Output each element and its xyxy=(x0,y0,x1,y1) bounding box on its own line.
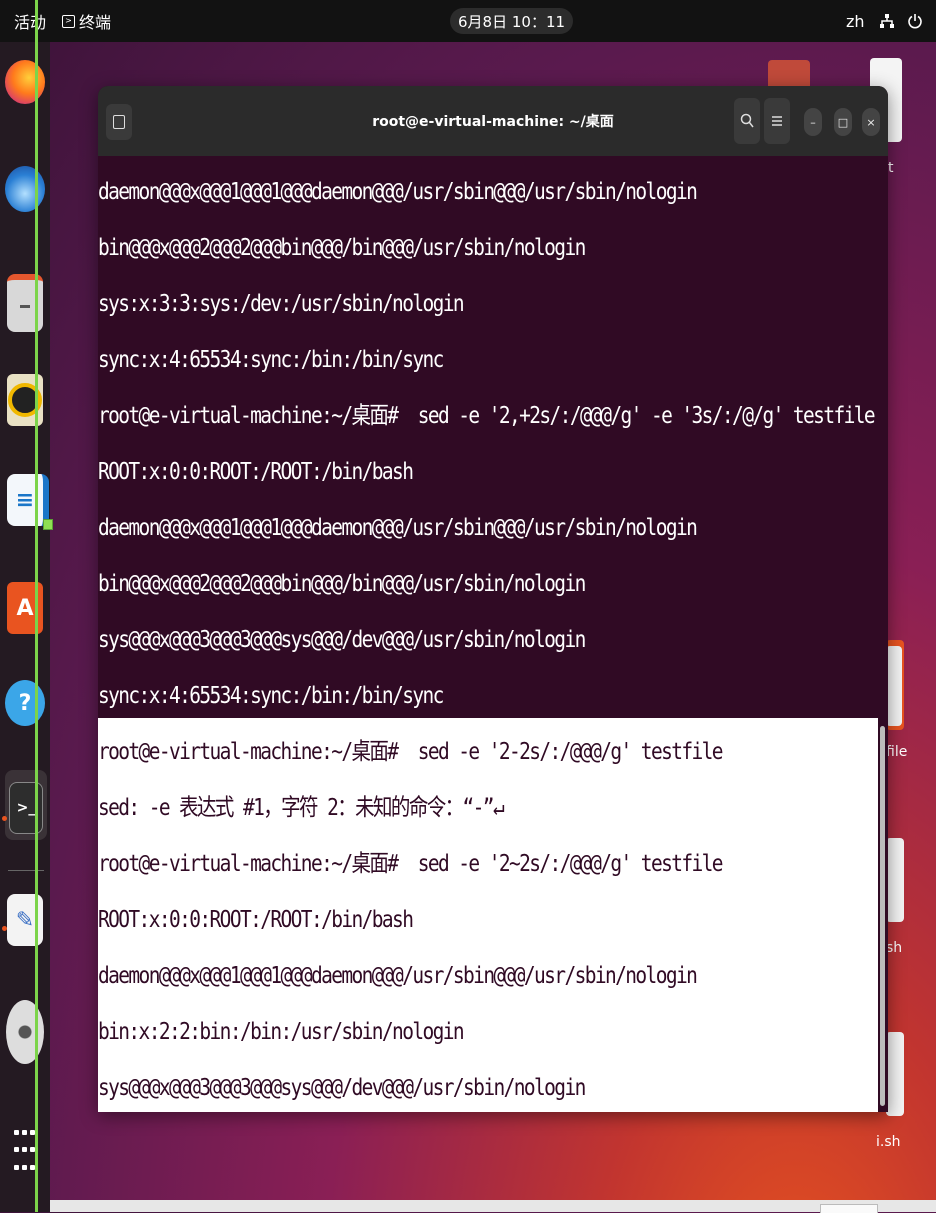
app-menu-label: 终端 xyxy=(79,13,112,32)
thunderbird-icon[interactable] xyxy=(5,166,45,212)
clock[interactable]: 6月8日 10：11 xyxy=(450,8,574,34)
terminal-error-line: sed: -e 表达式 #1，字符 2：未知的命令：“-”↵ xyxy=(98,793,505,822)
terminal-line: sync:x:4:65534:sync:/bin:/bin/sync xyxy=(98,345,444,374)
desktop-file-icon[interactable] xyxy=(886,1032,904,1116)
menu-button[interactable] xyxy=(764,98,790,144)
terminal-line: sync:x:4:65534:sync:/bin:/bin/sync xyxy=(98,681,444,710)
terminal-line: daemon@@@x@@@1@@@1@@@daemon@@@/usr/sbin@… xyxy=(98,177,698,206)
desktop-file-label[interactable]: file xyxy=(886,744,907,760)
power-icon[interactable] xyxy=(908,0,922,42)
network-icon[interactable] xyxy=(880,0,894,42)
search-icon xyxy=(740,113,754,128)
help-icon[interactable]: ? xyxy=(5,680,45,726)
terminal-line: ROOT:x:0:0:ROOT:/ROOT:/bin/bash xyxy=(98,905,414,934)
input-language-indicator[interactable]: zh xyxy=(846,0,865,42)
dock-separator xyxy=(8,870,44,871)
search-button[interactable] xyxy=(734,98,760,144)
new-tab-icon xyxy=(113,115,125,129)
green-guide-line xyxy=(35,0,38,1212)
firefox-icon[interactable] xyxy=(5,60,45,104)
app-menu[interactable]: > 终端 xyxy=(62,0,111,42)
terminal-icon: > xyxy=(62,14,75,28)
terminal-headerbar: root@e-virtual-machine: ~/桌面 – □ × xyxy=(98,86,888,156)
hamburger-menu-icon xyxy=(772,116,782,126)
desktop-file-page xyxy=(886,646,902,726)
terminal-command-line: root@e-virtual-machine:~/桌面# sed -e '2-2… xyxy=(98,737,724,766)
terminal-command-line: root@e-virtual-machine:~/桌面# sed -e '2,+… xyxy=(98,401,876,430)
desktop-file-label[interactable]: sh xyxy=(886,940,902,956)
terminal-line: sys:x:3:3:sys:/dev:/usr/sbin/nologin xyxy=(98,289,465,318)
desktop-file-label[interactable]: i.sh xyxy=(876,1134,901,1150)
guide-line-handle[interactable] xyxy=(43,519,53,530)
terminal-window: root@e-virtual-machine: ~/桌面 – □ × daemo… xyxy=(98,86,888,1112)
bottom-strip xyxy=(50,1200,936,1212)
maximize-button[interactable]: □ xyxy=(834,108,852,136)
top-bar: 活动 > 终端 6月8日 10：11 zh xyxy=(0,0,936,42)
terminal-output[interactable]: daemon@@@x@@@1@@@1@@@daemon@@@/usr/sbin@… xyxy=(98,156,888,1112)
minimize-button[interactable]: – xyxy=(804,108,822,136)
show-apps-grid-icon[interactable] xyxy=(14,1130,36,1180)
desktop-file-label[interactable]: t xyxy=(888,160,894,176)
close-button[interactable]: × xyxy=(862,108,880,136)
activities-button[interactable]: 活动 xyxy=(14,0,46,42)
terminal-line: bin@@@x@@@2@@@2@@@bin@@@/bin@@@/usr/sbin… xyxy=(98,233,586,262)
terminal-command-line: root@e-virtual-machine:~/桌面# sed -e '2~2… xyxy=(98,849,724,878)
desktop-file-icon[interactable] xyxy=(886,838,904,922)
terminal-line: ROOT:x:0:0:ROOT:/ROOT:/bin/bash xyxy=(98,457,414,486)
terminal-line: daemon@@@x@@@1@@@1@@@daemon@@@/usr/sbin@… xyxy=(98,961,698,990)
terminal-line: sys@@@x@@@3@@@3@@@sys@@@/dev@@@/usr/sbin… xyxy=(98,1073,586,1102)
terminal-line: bin@@@x@@@2@@@2@@@bin@@@/bin@@@/usr/sbin… xyxy=(98,569,586,598)
new-tab-button[interactable] xyxy=(106,104,132,140)
scrollbar[interactable] xyxy=(880,726,885,1106)
running-indicator xyxy=(2,816,7,821)
terminal-line: daemon@@@x@@@1@@@1@@@daemon@@@/usr/sbin@… xyxy=(98,513,698,542)
running-indicator xyxy=(2,926,7,931)
terminal-line: bin:x:2:2:bin:/bin:/usr/sbin/nologin xyxy=(98,1017,465,1046)
terminal-line: sys@@@x@@@3@@@3@@@sys@@@/dev@@@/usr/sbin… xyxy=(98,625,586,654)
disc-icon[interactable] xyxy=(6,1000,44,1064)
